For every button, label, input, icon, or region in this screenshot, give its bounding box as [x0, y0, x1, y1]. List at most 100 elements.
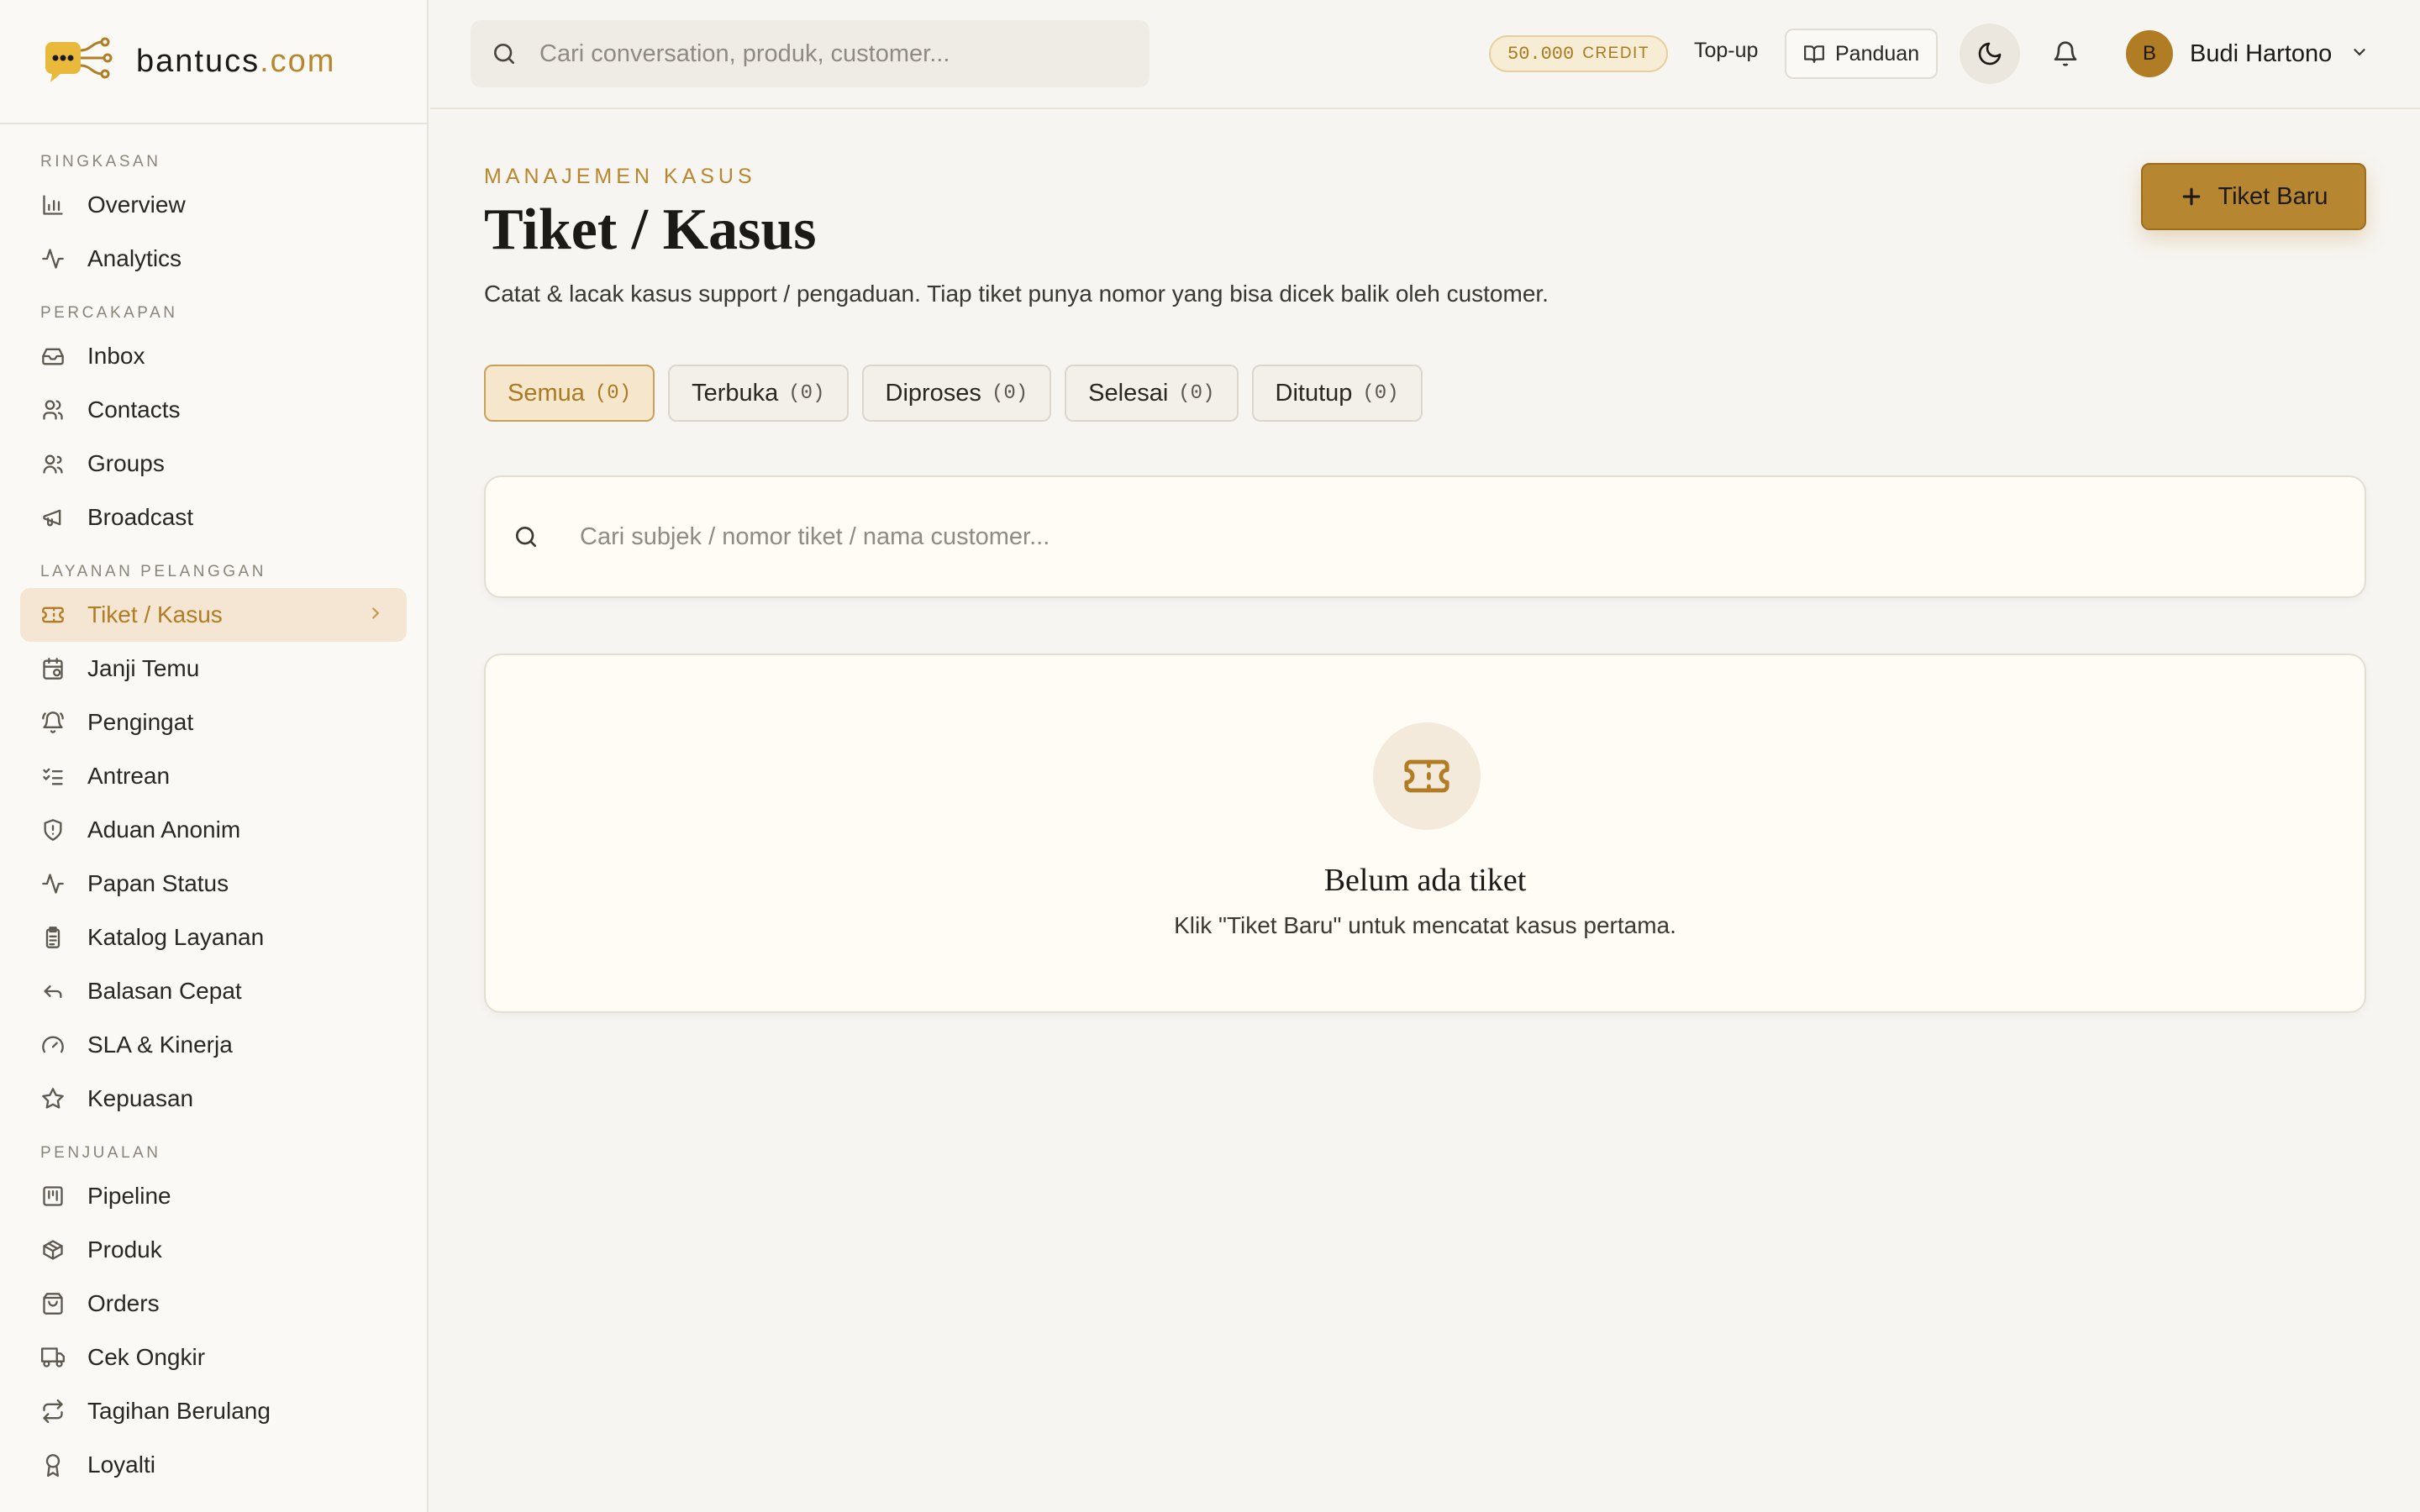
sidebar-item-analytics[interactable]: Analytics: [20, 232, 407, 286]
global-search-input[interactable]: [539, 39, 1128, 68]
sidebar-item-orders[interactable]: Orders: [20, 1277, 407, 1331]
book-open-icon: [1804, 45, 1824, 63]
sidebar-item-loyalti[interactable]: Loyalti: [20, 1438, 407, 1492]
users-icon: [40, 397, 66, 423]
sidebar-section-label: RINGKASAN: [40, 153, 161, 171]
brand-name: bantucs.com: [136, 43, 336, 79]
sidebar-item-tiket-kasus[interactable]: Tiket / Kasus: [20, 588, 407, 642]
user-name: Budi Hartono: [2190, 39, 2333, 67]
sidebar-section-label: PENJUALAN: [40, 1144, 161, 1162]
plus-icon: [2183, 187, 2201, 206]
repeat-icon: [40, 1399, 66, 1424]
package-icon: [40, 1237, 66, 1263]
topbar: 50.000 CREDIT Top-up Panduan B Budi Hart…: [430, 0, 2420, 109]
sidebar-item-groups[interactable]: Groups: [20, 437, 407, 491]
sidebar-item-antrean[interactable]: Antrean: [20, 749, 407, 803]
sidebar-item-label: Broadcast: [87, 504, 194, 530]
sidebar-item-label: Orders: [87, 1290, 160, 1316]
sidebar-item-label: Balasan Cepat: [87, 978, 242, 1004]
sidebar-item-label: Overview: [87, 192, 186, 218]
sidebar-item-label: Papan Status: [87, 870, 229, 896]
calendar-clock-icon: [40, 656, 66, 681]
award-icon: [40, 1452, 66, 1478]
empty-state-description: Klik "Tiket Baru" untuk mencatat kasus p…: [1174, 912, 1676, 938]
sidebar-item-label: Tagihan Berulang: [87, 1398, 271, 1424]
sidebar-item-contacts[interactable]: Contacts: [20, 383, 407, 437]
bar-chart-icon: [40, 192, 66, 218]
sidebar-item-aduan-anonim[interactable]: Aduan Anonim: [20, 803, 407, 857]
tab-selesai[interactable]: Selesai (0): [1065, 365, 1239, 422]
sidebar-item-label: Pengingat: [87, 709, 194, 735]
search-icon: [494, 44, 514, 64]
tab-count: (0): [594, 381, 632, 405]
ticket-icon: [40, 602, 66, 627]
ticket-search[interactable]: [484, 475, 2366, 598]
bell-ring-icon: [40, 710, 66, 735]
avatar: B: [2126, 30, 2173, 77]
credit-value: 50.000: [1507, 43, 1575, 65]
shopping-bag-icon: [40, 1291, 66, 1316]
page-eyebrow: MANAJEMEN KASUS: [484, 165, 756, 188]
bell-icon: [2054, 41, 2077, 66]
tab-terbuka[interactable]: Terbuka (0): [668, 365, 849, 422]
tab-count: (0): [1178, 381, 1215, 405]
credit-unit: CREDIT: [1582, 45, 1649, 62]
sidebar-item-inbox[interactable]: Inbox: [20, 329, 407, 383]
credit-badge: 50.000 CREDIT: [1489, 35, 1668, 72]
guide-button[interactable]: Panduan: [1785, 29, 1939, 79]
activity-icon: [40, 246, 66, 271]
global-search[interactable]: [471, 20, 1150, 87]
sidebar-item-pipeline[interactable]: Pipeline: [20, 1169, 407, 1223]
sidebar-item-katalog-layanan[interactable]: Katalog Layanan: [20, 911, 407, 964]
brand[interactable]: bantucs.com: [0, 0, 427, 124]
sidebar-item-balasan-cepat[interactable]: Balasan Cepat: [20, 964, 407, 1018]
ticket-search-input[interactable]: [580, 522, 2176, 551]
sidebar-item-papan-status[interactable]: Papan Status: [20, 857, 407, 911]
inbox-icon: [40, 344, 66, 369]
tab-diproses[interactable]: Diproses (0): [861, 365, 1052, 422]
chat-logo-icon: [45, 37, 113, 82]
status-tabs: Semua (0) Terbuka (0) Diproses (0) Selesai (0) D…: [484, 365, 1436, 422]
theme-toggle-button[interactable]: [1960, 24, 2020, 84]
tab-label: Selesai: [1088, 379, 1169, 407]
tab-label: Diproses: [885, 379, 981, 407]
group-icon: [40, 451, 66, 476]
megaphone-icon: [40, 505, 66, 530]
sidebar-item-overview[interactable]: Overview: [20, 178, 407, 232]
kanban-icon: [40, 1184, 66, 1209]
page-description: Catat & lacak kasus support / pengaduan.…: [484, 281, 1549, 307]
tab-label: Semua: [508, 379, 585, 407]
sidebar-item-label: Produk: [87, 1236, 162, 1263]
sidebar-item-label: Analytics: [87, 245, 182, 271]
truck-icon: [40, 1345, 66, 1370]
guide-label: Panduan: [1835, 41, 1920, 66]
sidebar-item-pengingat[interactable]: Pengingat: [20, 696, 407, 749]
sidebar-item-sla-kinerja[interactable]: SLA & Kinerja: [20, 1018, 407, 1072]
sidebar-item-label: Tiket / Kasus: [87, 601, 223, 627]
tab-semua[interactable]: Semua (0): [484, 365, 655, 422]
search-icon: [516, 527, 536, 547]
new-ticket-button[interactable]: Tiket Baru: [2141, 163, 2366, 230]
sidebar-item-kepuasan[interactable]: Kepuasan: [20, 1072, 407, 1126]
sidebar-item-label: Inbox: [87, 343, 145, 369]
sidebar-item-janji-temu[interactable]: Janji Temu: [20, 642, 407, 696]
empty-state: Belum ada tiket Klik "Tiket Baru" untuk …: [484, 654, 2366, 1013]
notifications-button[interactable]: [2049, 37, 2082, 71]
page-title: Tiket / Kasus: [484, 197, 817, 262]
activity-icon: [40, 871, 66, 896]
topup-link[interactable]: Top-up: [1694, 39, 1758, 63]
tab-count: (0): [1362, 381, 1399, 405]
sidebar-section-label: LAYANAN PELANGGAN: [40, 563, 266, 580]
sidebar-item-tagihan-berulang[interactable]: Tagihan Berulang: [20, 1384, 407, 1438]
sidebar-item-broadcast[interactable]: Broadcast: [20, 491, 407, 544]
sidebar-item-produk[interactable]: Produk: [20, 1223, 407, 1277]
sidebar-item-cek-ongkir[interactable]: Cek Ongkir: [20, 1331, 407, 1384]
sidebar-item-label: Kepuasan: [87, 1085, 194, 1111]
tab-ditutup[interactable]: Ditutup (0): [1251, 365, 1423, 422]
reply-icon: [40, 979, 66, 1004]
user-menu[interactable]: B Budi Hartono: [2126, 30, 2369, 77]
sidebar-item-label: Cek Ongkir: [87, 1344, 206, 1370]
tab-label: Ditutup: [1275, 379, 1353, 407]
sidebar-item-label: Katalog Layanan: [87, 924, 265, 950]
sidebar: bantucs.com RINGKASAN Overview Analytics PE…: [0, 0, 429, 1512]
